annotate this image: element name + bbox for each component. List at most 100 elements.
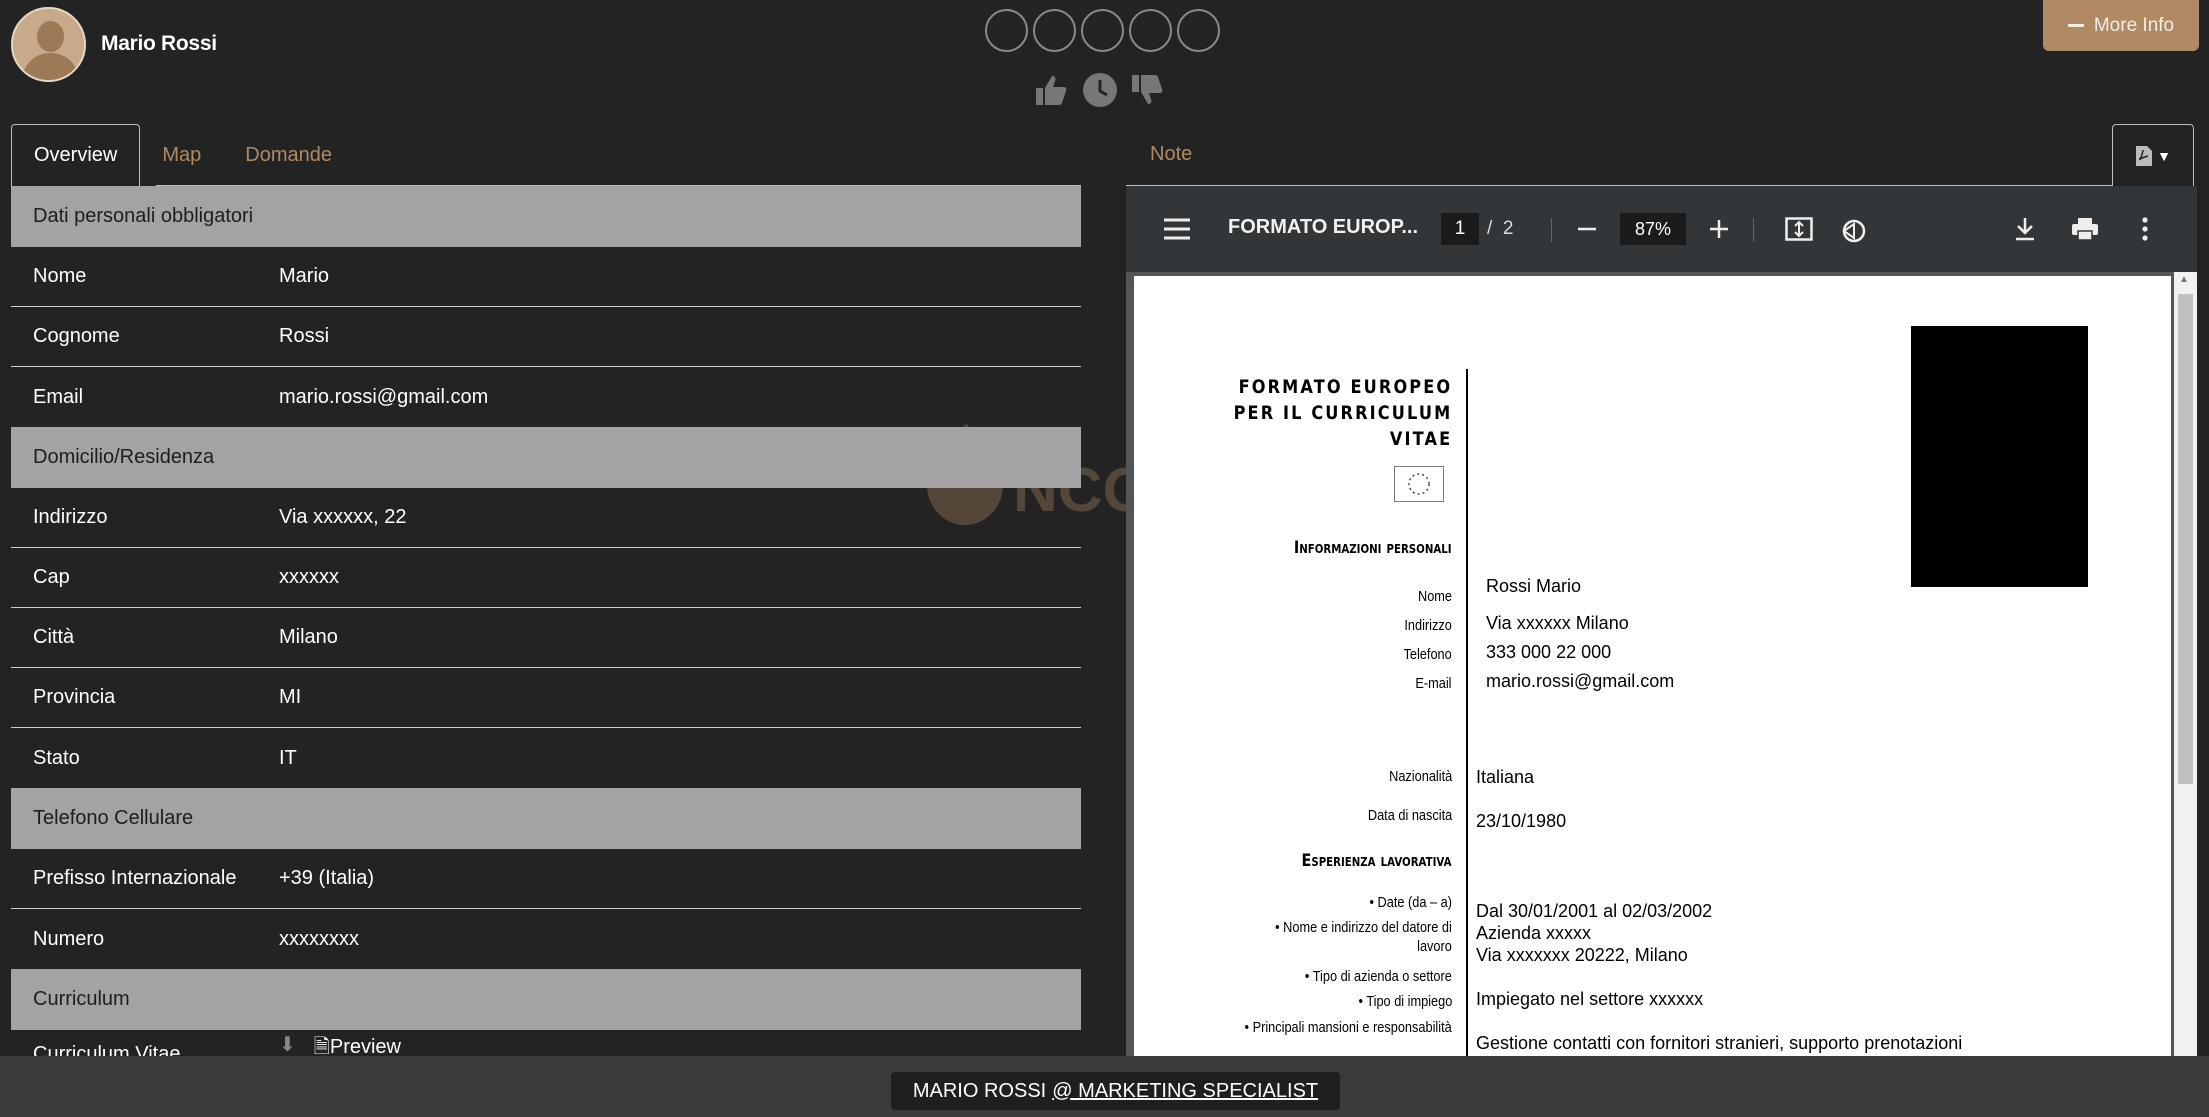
rating-circle-5[interactable] — [1177, 9, 1220, 52]
table-row: Indirizzo Via xxxxxx, 22 — [11, 488, 1081, 548]
cv-value: 23/10/1980 — [1476, 811, 1567, 831]
field-value: +39 (Italia) — [279, 867, 375, 889]
eu-flag-icon — [1394, 466, 1444, 502]
cv-label: • Tipo di azienda o settore — [1305, 968, 1452, 985]
pdf-page: FORMATO EUROPEO PER IL CURRICULUM VITAE … — [1134, 276, 2171, 1056]
cv-title-line: PER IL CURRICULUM — [1233, 402, 1452, 424]
toolbar-divider — [1753, 218, 1754, 242]
rating-circle-3[interactable] — [1081, 9, 1124, 52]
field-value: xxxxxxxx — [279, 927, 359, 950]
footer-role-link[interactable]: @ MARKETING SPECIALIST — [1052, 1080, 1318, 1103]
cv-label: Indirizzo — [1404, 617, 1452, 634]
avatar — [11, 7, 86, 82]
download-icon[interactable] — [2014, 217, 2036, 241]
rotate-icon[interactable] — [1839, 216, 1867, 244]
tab-map[interactable]: Map — [140, 124, 223, 186]
document-icon: 🗎 — [313, 1036, 330, 1058]
field-value: MI — [279, 686, 302, 708]
cv-label: • Tipo di impiego — [1358, 993, 1452, 1010]
pdf-scrollbar[interactable]: ▲ — [2174, 272, 2197, 1056]
field-label: Città — [33, 626, 75, 648]
field-value: Via xxxxxx, 22 — [279, 506, 407, 528]
field-value: xxxxxx — [279, 566, 339, 588]
more-info-label: More Info — [2093, 14, 2175, 36]
field-label: Stato — [33, 746, 80, 769]
table-row: Cap xxxxxx — [11, 548, 1081, 608]
scroll-up-icon[interactable]: ▲ — [2179, 274, 2189, 285]
rating-circle-1[interactable] — [985, 9, 1028, 52]
cv-value: Impiegato nel settore xxxxxx — [1476, 989, 1704, 1009]
field-label: Nome — [33, 265, 87, 287]
rating-circles[interactable] — [985, 9, 1220, 52]
user-name: Mario Rossi — [101, 32, 217, 55]
cv-value: Rossi Mario — [1486, 576, 1582, 596]
zoom-out-icon[interactable] — [1577, 221, 1597, 237]
more-info-button[interactable]: More Info — [2043, 0, 2199, 51]
pdf-viewer: FORMATO EUROP... 1 / 2 87% FORMATO EUROP… — [1126, 186, 2197, 1056]
pdf-file-icon — [2136, 145, 2153, 166]
scrollbar-thumb[interactable] — [2178, 294, 2193, 784]
cv-label: E-mail — [1415, 675, 1452, 692]
rating-circle-2[interactable] — [1033, 9, 1076, 52]
section-header: Dati personali obbligatori — [11, 186, 1081, 247]
field-value: Mario — [279, 265, 330, 287]
field-label: Indirizzo — [33, 506, 108, 528]
field-label: Prefisso Internazionale — [33, 867, 237, 889]
field-label: Cognome — [33, 325, 120, 347]
table-row: Provincia MI — [11, 668, 1081, 728]
menu-icon[interactable] — [1164, 218, 1190, 240]
toolbar-divider — [1551, 218, 1552, 242]
field-value: mario.rossi@gmail.com — [279, 385, 489, 408]
vote-buttons — [1034, 72, 1166, 108]
minus-icon — [2067, 24, 2084, 27]
section-header: Domicilio/Residenza — [11, 427, 1081, 488]
pdf-dropdown-button[interactable]: ▼ — [2112, 124, 2194, 186]
chevron-down-icon: ▼ — [2157, 147, 2171, 164]
field-value: Rossi — [279, 325, 330, 347]
zoom-level-input[interactable]: 87% — [1620, 213, 1686, 245]
preview-label: Preview — [329, 1036, 401, 1058]
profile-photo-placeholder — [1911, 326, 2088, 587]
field-label: Numero — [33, 927, 105, 950]
table-row: Città Milano — [11, 608, 1081, 668]
cv-section-heading: Esperienza lavorativa — [1301, 851, 1452, 871]
zoom-in-icon[interactable] — [1709, 219, 1729, 239]
page-total: 2 — [1502, 218, 1514, 239]
candidate-role-button[interactable]: MARIO ROSSI @ MARKETING SPECIALIST — [891, 1072, 1340, 1110]
field-label: Provincia — [33, 686, 116, 708]
page-number-input[interactable]: 1 — [1441, 213, 1479, 245]
rating-circle-4[interactable] — [1129, 9, 1172, 52]
table-row: Stato IT — [11, 728, 1081, 788]
more-options-icon[interactable] — [2142, 217, 2148, 241]
field-value: Milano — [279, 626, 338, 648]
cv-label: Nazionalità — [1388, 768, 1452, 785]
cv-label: Data di nascita — [1367, 807, 1452, 824]
section-header: Telefono Cellulare — [11, 788, 1081, 849]
cv-label: Telefono — [1403, 646, 1452, 663]
cv-value: Azienda xxxxx — [1476, 923, 1592, 943]
clock-icon[interactable] — [1082, 72, 1118, 108]
field-label: Cap — [33, 566, 70, 588]
page-count: / 2 — [1487, 218, 1514, 239]
cv-value: Via xxxxxx Milano — [1486, 613, 1629, 633]
cv-label: • Nome e indirizzo del datore di — [1275, 919, 1452, 936]
pdf-toolbar: FORMATO EUROP... 1 / 2 87% — [1126, 186, 2197, 272]
cv-value: Italiana — [1476, 767, 1535, 787]
tab-note[interactable]: Note — [1150, 143, 1192, 166]
field-label: Email — [33, 385, 84, 408]
cv-value: mario.rossi@gmail.com — [1486, 671, 1675, 691]
thumbs-down-icon[interactable] — [1130, 73, 1166, 107]
fit-page-icon[interactable] — [1785, 217, 1813, 241]
print-icon[interactable] — [2071, 217, 2099, 241]
cv-value: 333 000 22 000 — [1486, 642, 1612, 662]
cv-title: FORMATO EUROPEO PER IL CURRICULUM VITAE — [1233, 374, 1452, 452]
personal-data-table: Dati personali obbligatori Nome Mario Cog… — [11, 186, 1081, 1060]
table-row: Prefisso Internazionale +39 (Italia) — [11, 849, 1081, 909]
tab-domande[interactable]: Domande — [223, 124, 354, 186]
section-header: Curriculum — [11, 969, 1081, 1030]
tab-overview[interactable]: Overview — [11, 124, 141, 186]
tab-bar: Overview Map Domande — [11, 124, 354, 186]
cv-title-line: FORMATO EUROPEO — [1238, 376, 1452, 398]
cv-value: Via xxxxxxx 20222, Milano — [1476, 945, 1688, 965]
thumbs-up-icon[interactable] — [1034, 73, 1070, 107]
